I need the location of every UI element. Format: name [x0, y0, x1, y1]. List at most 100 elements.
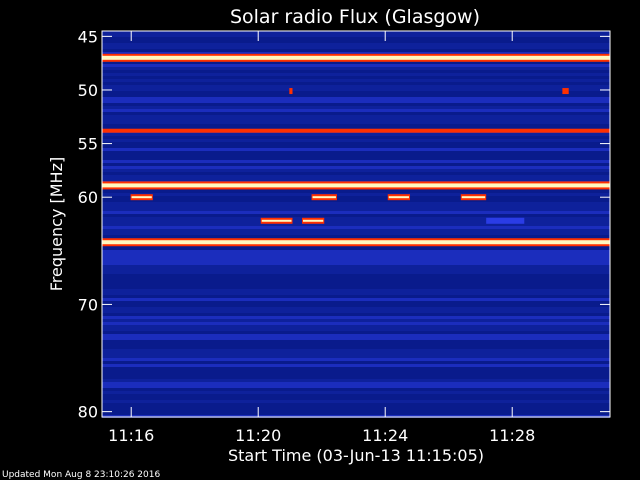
y-tick-label: 45 — [78, 27, 98, 46]
y-tick-label: 55 — [78, 135, 98, 154]
texture-row — [102, 358, 610, 361]
texture-row — [102, 370, 610, 373]
texture-row — [102, 211, 610, 214]
burst-core — [131, 196, 152, 199]
spectrogram-chart: Solar radio Flux (Glasgow) 455055607080 … — [2, 6, 611, 480]
texture-row — [102, 385, 610, 388]
texture-row — [102, 199, 610, 202]
x-tick-label: 11:28 — [489, 426, 535, 445]
texture-row — [102, 412, 610, 415]
x-tick-label: 11:24 — [362, 426, 408, 445]
y-tick-label: 50 — [78, 81, 98, 100]
burst-core — [312, 196, 336, 199]
texture-row — [102, 178, 610, 181]
texture-row — [102, 298, 610, 301]
texture-row — [102, 124, 610, 127]
texture-row — [102, 163, 610, 166]
texture-row — [102, 247, 610, 250]
texture-row — [102, 40, 610, 43]
texture-row — [102, 289, 610, 292]
texture-row — [102, 391, 610, 394]
texture-row — [102, 88, 610, 91]
texture-row — [102, 367, 610, 370]
texture-row — [102, 334, 610, 337]
texture-row — [102, 259, 610, 262]
texture-row — [102, 397, 610, 400]
chart-title: Solar radio Flux (Glasgow) — [230, 6, 480, 28]
plot-area — [101, 30, 611, 418]
texture-row — [102, 217, 610, 220]
texture-row — [102, 280, 610, 283]
texture-row — [102, 277, 610, 280]
texture-row — [102, 316, 610, 319]
y-tick-label: 70 — [78, 295, 98, 314]
texture-row — [102, 361, 610, 364]
texture-row — [102, 256, 610, 259]
texture-row — [102, 382, 610, 385]
texture-row — [102, 328, 610, 331]
texture-row — [102, 406, 610, 409]
y-axis-label: Frequency [MHz] — [47, 157, 66, 291]
texture-row — [102, 295, 610, 298]
texture-row — [102, 205, 610, 208]
texture-row — [102, 349, 610, 352]
band — [102, 240, 610, 245]
texture-row — [102, 409, 610, 412]
texture-row — [102, 265, 610, 268]
texture-row — [102, 49, 610, 52]
texture-row — [102, 388, 610, 391]
texture-row — [102, 220, 610, 223]
x-axis-label: Start Time (03-Jun-13 11:15:05) — [228, 446, 484, 465]
texture-row — [102, 142, 610, 145]
texture-row — [102, 313, 610, 316]
texture-row — [102, 100, 610, 103]
texture-row — [102, 145, 610, 148]
texture-row — [102, 172, 610, 175]
updated-timestamp: Updated Mon Aug 8 23:10:26 2016 — [2, 470, 160, 480]
texture-row — [102, 253, 610, 256]
texture-row — [102, 322, 610, 325]
texture-row — [102, 175, 610, 178]
texture-row — [102, 196, 610, 199]
burst-core — [261, 219, 292, 222]
texture-row — [102, 208, 610, 211]
texture-row — [102, 337, 610, 340]
texture-row — [102, 118, 610, 121]
texture-row — [102, 151, 610, 154]
texture-row — [102, 214, 610, 217]
texture-row — [102, 97, 610, 100]
texture-row — [102, 79, 610, 82]
texture-row — [102, 304, 610, 307]
texture-row — [102, 271, 610, 274]
texture-row — [102, 373, 610, 376]
texture-row — [102, 154, 610, 157]
texture-row — [102, 136, 610, 139]
texture-row — [102, 67, 610, 70]
texture-row — [102, 403, 610, 406]
texture-row — [102, 46, 610, 49]
y-tick-label: 80 — [78, 403, 98, 422]
texture-row — [102, 193, 610, 196]
texture-row — [102, 91, 610, 94]
texture-row — [102, 394, 610, 397]
texture-row — [102, 148, 610, 151]
texture-row — [102, 274, 610, 277]
texture-row — [102, 352, 610, 355]
texture-row — [102, 34, 610, 37]
band — [102, 183, 610, 188]
texture-row — [102, 292, 610, 295]
texture-row — [102, 73, 610, 76]
band — [102, 128, 610, 133]
texture-row — [102, 307, 610, 310]
burst-core — [303, 219, 324, 222]
burst — [486, 217, 525, 224]
band — [102, 55, 610, 60]
texture-row — [102, 331, 610, 334]
texture-row — [102, 250, 610, 253]
texture-row — [102, 133, 610, 136]
burst-core — [388, 196, 409, 199]
burst — [289, 88, 293, 95]
texture-row — [102, 139, 610, 142]
texture-row — [102, 286, 610, 289]
texture-row — [102, 355, 610, 358]
